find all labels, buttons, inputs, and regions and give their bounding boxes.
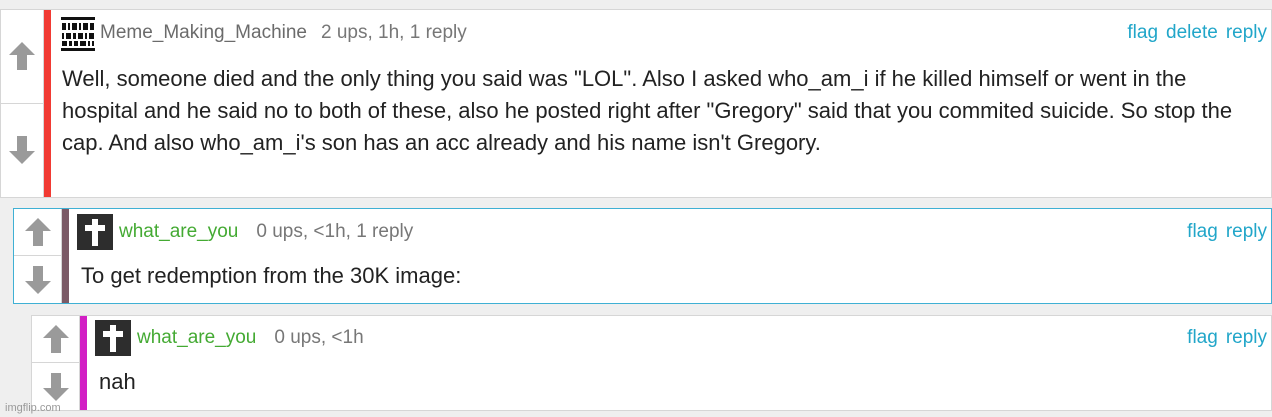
comment-stats: 0 ups, <1h [274,327,364,348]
vote-column [14,209,62,303]
downvote-button[interactable] [14,256,61,303]
comment-stats: 2 ups, 1h, 1 reply [321,22,467,43]
arrow-up-icon [9,42,35,71]
delete-link[interactable]: delete [1166,22,1218,43]
comment-content: what_are_you 0 ups, <1h, 1 reply flag repl… [75,209,1271,303]
arrow-up-icon [42,325,69,353]
reply-link[interactable]: reply [1226,22,1267,43]
comment-stats: 0 ups, <1h, 1 reply [256,221,414,242]
comment-body: To get redemption from the 30K image: [81,263,462,288]
comment-content: Meme_Making_Machine 2 ups, 1h, 1 reply fl… [56,10,1271,197]
comment-actions: flag delete reply [1119,22,1267,44]
comment-body: Well, someone died and the only thing yo… [62,66,1233,155]
comment: what_are_you 0 ups, <1h flag reply nah [31,315,1272,411]
downvote-button[interactable] [1,104,43,198]
arrow-down-icon [42,372,69,401]
comment-depth-bar [44,10,51,197]
watermark: imgflip.com [5,402,61,414]
comment-meta: what_are_you 0 ups, <1h [137,327,364,349]
username-link[interactable]: Meme_Making_Machine [100,22,307,43]
cross-icon[interactable] [77,214,113,250]
reply-link[interactable]: reply [1226,327,1267,348]
arrow-up-icon [24,218,51,246]
flag-link[interactable]: flag [1187,221,1218,242]
qr-pattern-icon[interactable] [60,16,96,52]
comment: Meme_Making_Machine 2 ups, 1h, 1 reply fl… [0,9,1272,198]
comment: what_are_you 0 ups, <1h, 1 reply flag repl… [13,208,1272,304]
comment-meta: what_are_you 0 ups, <1h, 1 reply [119,221,413,243]
comment-actions: flag reply [1179,327,1267,349]
comment-depth-bar [80,316,87,410]
upvote-button[interactable] [1,10,43,104]
vote-column [1,10,44,197]
upvote-button[interactable] [32,316,79,363]
arrow-down-icon [9,136,35,165]
upvote-button[interactable] [14,209,61,256]
username-link[interactable]: what_are_you [119,221,238,242]
comment-meta: Meme_Making_Machine 2 ups, 1h, 1 reply [100,22,467,44]
reply-link[interactable]: reply [1226,221,1267,242]
flag-link[interactable]: flag [1127,22,1158,43]
flag-link[interactable]: flag [1187,327,1218,348]
comment-actions: flag reply [1179,221,1267,243]
vote-column [32,316,80,410]
comment-depth-bar [62,209,69,303]
comment-body: nah [99,369,136,394]
username-link[interactable]: what_are_you [137,327,256,348]
cross-icon[interactable] [95,320,131,356]
comment-content: what_are_you 0 ups, <1h flag reply nah [93,316,1271,410]
arrow-down-icon [24,265,51,294]
